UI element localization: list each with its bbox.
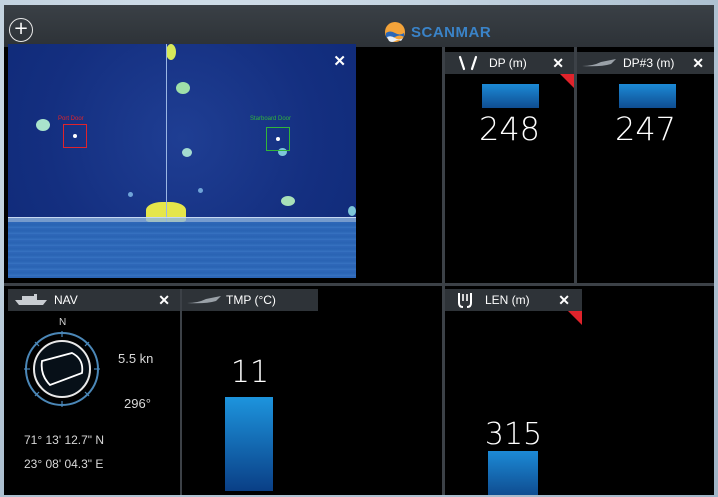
close-nav-button[interactable]: ✕ xyxy=(158,292,170,309)
len-bar xyxy=(488,451,538,495)
tmp-value: 11 xyxy=(230,355,270,390)
trawl-door-icon xyxy=(458,55,478,71)
nav-speed: 5.5 kn xyxy=(118,351,154,366)
echo-blob xyxy=(166,44,176,60)
dp3-label: DP#3 (m) xyxy=(623,56,675,70)
close-sonar-button[interactable]: ✕ xyxy=(333,52,346,70)
scanmar-logo-icon xyxy=(385,22,405,42)
ship-icon xyxy=(15,294,47,305)
nav-heading: 296° xyxy=(124,396,151,411)
vertical-divider xyxy=(180,289,182,495)
nav-latitude: 71° 13' 12.7" N xyxy=(24,433,105,447)
echo-blob xyxy=(182,148,192,157)
echo-blob xyxy=(281,196,295,206)
compass-north: N xyxy=(59,317,67,328)
nav-panel[interactable]: NAV ✕ N 5.5 kn 296° 71° 13' 12.7" N 23° … xyxy=(8,289,180,495)
close-len-button[interactable]: ✕ xyxy=(558,292,570,309)
starboard-door-label: Starboard Door xyxy=(250,116,292,122)
dp-label: DP (m) xyxy=(489,56,527,70)
echo-blob xyxy=(176,82,190,94)
dp3-panel[interactable]: DP#3 (m) ✕ 247 xyxy=(577,52,714,283)
horizontal-divider xyxy=(4,283,714,286)
len-value: 315 xyxy=(484,417,543,452)
top-bar: + SCANMAR xyxy=(4,5,714,47)
len-panel[interactable]: LEN (m) ✕ 315 xyxy=(445,289,582,495)
cursor-vertical-line xyxy=(166,44,167,222)
nav-panel-header: NAV ✕ xyxy=(8,289,180,311)
nav-longitude: 23° 08' 04.3" E xyxy=(24,457,104,471)
port-door-label: Port Door xyxy=(58,116,84,122)
dp-panel[interactable]: DP (m) ✕ 248 xyxy=(445,52,574,283)
dp-value: 248 xyxy=(478,110,541,148)
sonar-echogram[interactable]: Port Door Starboard Door ✕ xyxy=(8,44,356,278)
warp-length-icon xyxy=(458,293,472,308)
tmp-label: TMP (°C) xyxy=(226,293,276,307)
dp-panel-header: DP (m) ✕ xyxy=(445,52,574,74)
brand-name: SCANMAR xyxy=(411,23,492,41)
target-dot xyxy=(73,134,77,138)
echo-blob xyxy=(348,206,356,216)
compass-icon xyxy=(24,331,100,407)
echo-blob xyxy=(128,192,133,197)
len-panel-header: LEN (m) ✕ xyxy=(445,289,582,311)
echo-blob xyxy=(36,119,50,131)
tmp-bar xyxy=(225,397,273,491)
tmp-panel[interactable]: TMP (°C) 11 xyxy=(180,289,318,495)
add-panel-button[interactable]: + xyxy=(9,18,33,42)
nav-label: NAV xyxy=(54,293,78,307)
dp3-panel-header: DP#3 (m) ✕ xyxy=(577,52,714,74)
target-dot xyxy=(276,137,280,141)
dp3-depth-bar xyxy=(619,84,676,108)
alarm-corner xyxy=(560,74,574,88)
echo-blob xyxy=(198,188,203,193)
len-label: LEN (m) xyxy=(485,293,530,307)
seabed xyxy=(8,222,356,278)
brand-logo: SCANMAR xyxy=(384,20,491,44)
tmp-panel-header: TMP (°C) xyxy=(182,289,318,311)
close-dp-button[interactable]: ✕ xyxy=(552,55,564,72)
sensor-icon xyxy=(582,59,616,67)
alarm-corner xyxy=(568,311,582,325)
dp3-value: 247 xyxy=(614,110,677,148)
close-dp3-button[interactable]: ✕ xyxy=(692,55,704,72)
dp-depth-bar xyxy=(482,84,539,108)
sensor-icon xyxy=(187,296,221,304)
